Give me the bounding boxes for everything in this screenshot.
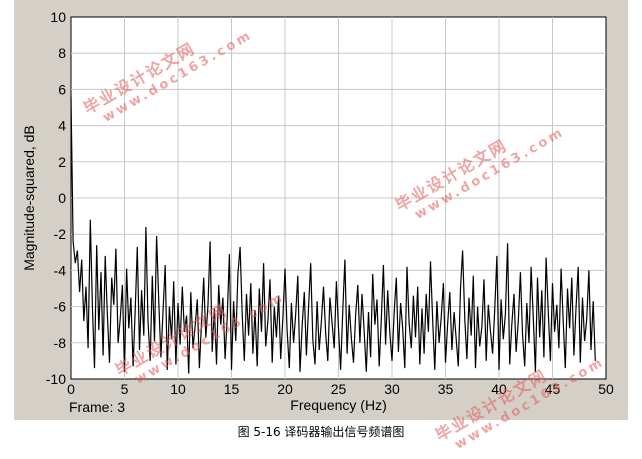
x-tick-label: 20: [277, 381, 293, 397]
x-tick-label: 15: [224, 381, 240, 397]
spectrum-plot: 0 5 10 15 20 25 30 35 40 45 50 1086420-2-4-6-8-10 …: [21, 9, 614, 415]
x-tick-label: 10: [170, 381, 186, 397]
y-tick-label: -8: [54, 335, 67, 351]
y-tick-labels: 10 8 6 4 2 0 -2 -4 -6 -8 -10: [46, 9, 66, 387]
y-tick-label: 6: [58, 81, 66, 97]
frame-label: Frame: 3: [69, 399, 125, 415]
scope-window: 0 5 10 15 20 25 30 35 40 45 50 10 8 6 4 2 0 -2 -4 -6 -8 -10 …: [14, 0, 628, 420]
y-tick-label: 10: [50, 9, 66, 25]
x-tick-label: 0: [67, 381, 75, 397]
y-tick-label: -6: [54, 299, 67, 315]
y-tick-label: -10: [46, 371, 66, 387]
y-tick-label: -2: [54, 226, 67, 242]
y-tick-label: 4: [58, 118, 66, 134]
y-tick-label: -4: [54, 262, 67, 278]
x-tick-label: 30: [384, 381, 400, 397]
x-tick-label: 35: [438, 381, 454, 397]
y-tick-label: 2: [58, 154, 66, 170]
y-tick-label: 0: [58, 190, 66, 206]
x-axis-label: Frequency (Hz): [290, 397, 386, 413]
x-tick-label: 50: [598, 381, 614, 397]
y-axis-label: Magnitude-squared, dB: [21, 125, 37, 271]
y-tick-label: 8: [58, 45, 66, 61]
x-tick-label: 25: [331, 381, 347, 397]
figure-caption: 图 5-16 译码器输出信号频谱图: [237, 425, 405, 439]
